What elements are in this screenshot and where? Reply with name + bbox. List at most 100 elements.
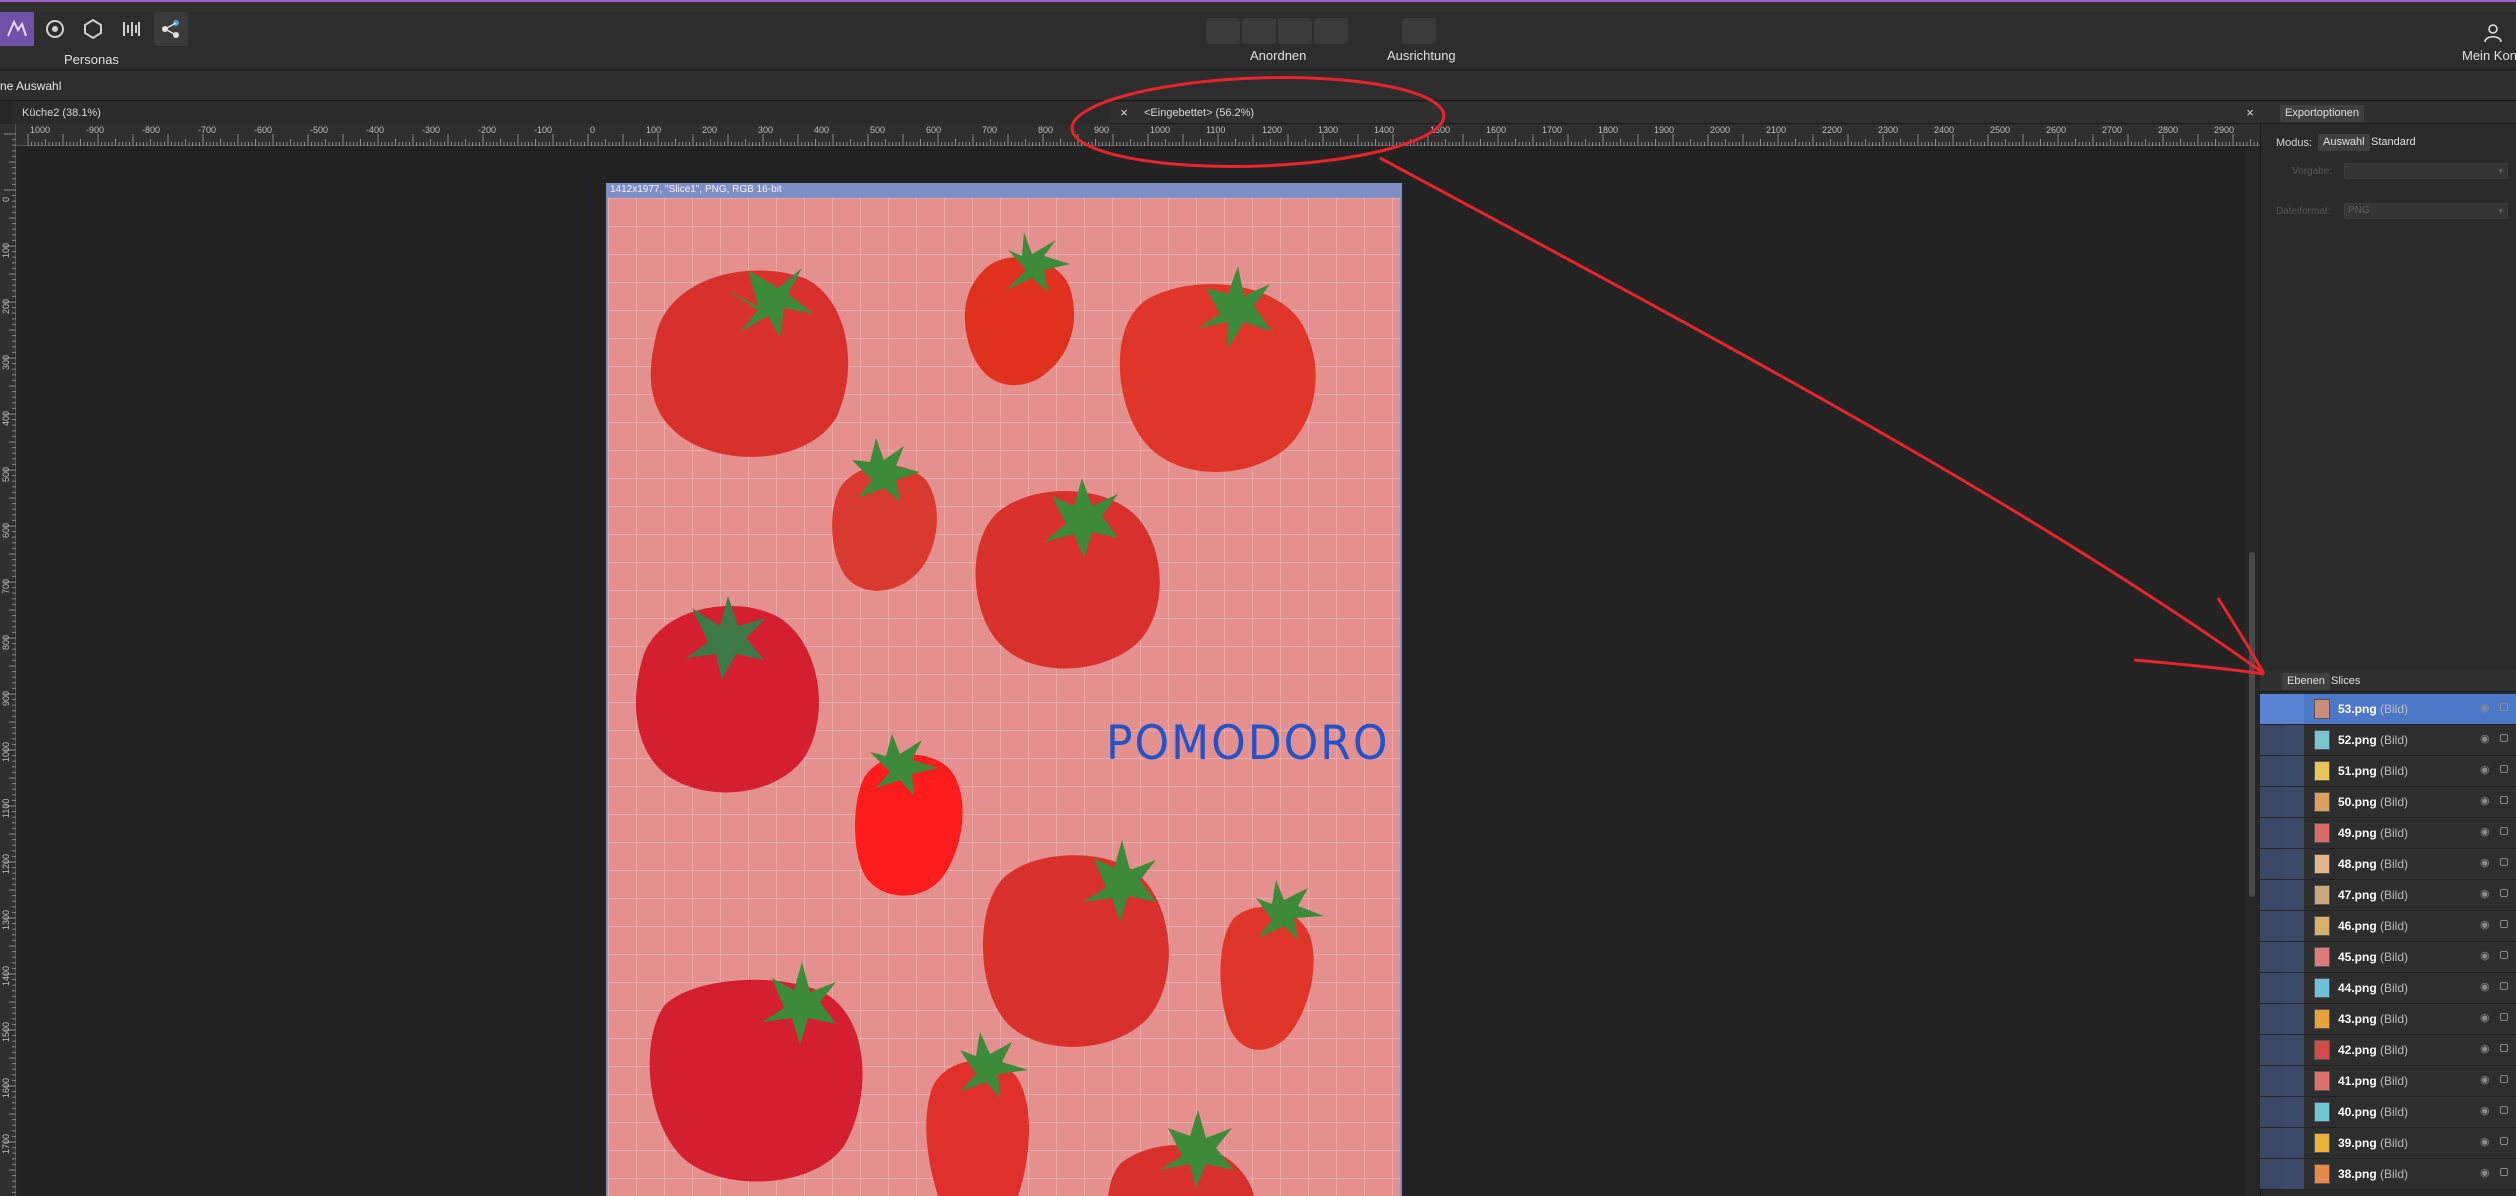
pixel-persona-icon[interactable] xyxy=(76,12,110,46)
layer-row[interactable]: 38.png (Bild) ◉ xyxy=(2260,1159,2516,1190)
vertical-ruler[interactable]: 0 100 200 300 400 500 600 700 800 900 1000 1100 1200… xyxy=(0,124,16,1196)
lock-icon[interactable] xyxy=(2500,827,2508,835)
align-button[interactable] xyxy=(1402,18,1436,44)
tab-kueche2[interactable]: Küche2 (38.1%) xyxy=(12,102,1110,124)
layer-select-strip[interactable] xyxy=(2260,1159,2284,1189)
visibility-eye-icon[interactable]: ◉ xyxy=(2480,1042,2490,1055)
account-icon[interactable] xyxy=(2476,16,2510,50)
layer-expand-strip[interactable] xyxy=(2284,694,2304,724)
layer-expand-strip[interactable] xyxy=(2284,818,2304,848)
layer-expand-strip[interactable] xyxy=(2284,1159,2304,1189)
visibility-eye-icon[interactable]: ◉ xyxy=(2480,887,2490,900)
tab-export-options[interactable]: Exportoptionen xyxy=(2280,105,2364,122)
lock-icon[interactable] xyxy=(2500,951,2508,959)
layer-expand-strip[interactable] xyxy=(2284,880,2304,910)
visibility-eye-icon[interactable]: ◉ xyxy=(2480,1104,2490,1117)
mode-standard-button[interactable]: Standard xyxy=(2366,134,2421,151)
visibility-eye-icon[interactable]: ◉ xyxy=(2480,980,2490,993)
visibility-eye-icon[interactable]: ◉ xyxy=(2480,1166,2490,1179)
lock-icon[interactable] xyxy=(2500,765,2508,773)
artboard[interactable]: POMODORO xyxy=(606,198,1402,1196)
visibility-eye-icon[interactable]: ◉ xyxy=(2480,949,2490,962)
layer-expand-strip[interactable] xyxy=(2284,1128,2304,1158)
layer-row[interactable]: 39.png (Bild) ◉ xyxy=(2260,1128,2516,1159)
layer-row[interactable]: 45.png (Bild) ◉ xyxy=(2260,942,2516,973)
visibility-eye-icon[interactable]: ◉ xyxy=(2480,856,2490,869)
layer-row[interactable]: 42.png (Bild) ◉ xyxy=(2260,1035,2516,1066)
lock-icon[interactable] xyxy=(2500,1137,2508,1145)
layer-select-strip[interactable] xyxy=(2260,880,2284,910)
layer-row[interactable]: 53.png (Bild) ◉ xyxy=(2260,694,2516,725)
designer-persona-icon[interactable] xyxy=(38,12,72,46)
layer-select-strip[interactable] xyxy=(2260,1066,2284,1096)
layer-expand-strip[interactable] xyxy=(2284,1035,2304,1065)
layer-row[interactable]: 41.png (Bild) ◉ xyxy=(2260,1066,2516,1097)
tab-embedded-close-icon[interactable]: × xyxy=(2240,102,2260,124)
layer-expand-strip[interactable] xyxy=(2284,1004,2304,1034)
layer-expand-strip[interactable] xyxy=(2284,756,2304,786)
tab-layers[interactable]: Ebenen xyxy=(2282,673,2330,690)
account-label[interactable]: Mein Kon xyxy=(2462,48,2516,63)
layer-expand-strip[interactable] xyxy=(2284,911,2304,941)
lock-icon[interactable] xyxy=(2500,796,2508,804)
layer-select-strip[interactable] xyxy=(2260,1097,2284,1127)
horizontal-ruler[interactable]: 1000 -900 -800 -700 -600 -500 -400 -300 -200 -100… xyxy=(16,124,2260,146)
visibility-eye-icon[interactable]: ◉ xyxy=(2480,918,2490,931)
layer-select-strip[interactable] xyxy=(2260,694,2284,724)
layer-row[interactable]: 47.png (Bild) ◉ xyxy=(2260,880,2516,911)
tone-persona-icon[interactable] xyxy=(114,12,148,46)
lock-icon[interactable] xyxy=(2500,1075,2508,1083)
visibility-eye-icon[interactable]: ◉ xyxy=(2480,701,2490,714)
tab-scroll-left[interactable] xyxy=(0,102,12,124)
tab-kueche2-close-icon[interactable]: × xyxy=(1114,102,1134,124)
lock-icon[interactable] xyxy=(2500,889,2508,897)
layer-expand-strip[interactable] xyxy=(2284,1066,2304,1096)
layer-select-strip[interactable] xyxy=(2260,725,2284,755)
layer-row[interactable]: 48.png (Bild) ◉ xyxy=(2260,849,2516,880)
layer-row[interactable]: 50.png (Bild) ◉ xyxy=(2260,787,2516,818)
lock-icon[interactable] xyxy=(2500,1044,2508,1052)
layer-row[interactable]: 52.png (Bild) ◉ xyxy=(2260,725,2516,756)
visibility-eye-icon[interactable]: ◉ xyxy=(2480,1073,2490,1086)
layer-select-strip[interactable] xyxy=(2260,1128,2284,1158)
lock-icon[interactable] xyxy=(2500,920,2508,928)
export-persona-icon[interactable] xyxy=(154,12,188,46)
layer-expand-strip[interactable] xyxy=(2284,725,2304,755)
layer-select-strip[interactable] xyxy=(2260,911,2284,941)
layer-expand-strip[interactable] xyxy=(2284,942,2304,972)
layer-select-strip[interactable] xyxy=(2260,818,2284,848)
layer-expand-strip[interactable] xyxy=(2284,973,2304,1003)
tab-embedded[interactable]: <Eingebettet> (56.2%) xyxy=(1134,102,2238,124)
layer-select-strip[interactable] xyxy=(2260,787,2284,817)
lock-icon[interactable] xyxy=(2500,1106,2508,1114)
arrange-backward-button[interactable] xyxy=(1242,18,1276,44)
layer-expand-strip[interactable] xyxy=(2284,849,2304,879)
mode-selection-button[interactable]: Auswahl xyxy=(2318,134,2370,151)
arrange-back-button[interactable] xyxy=(1206,18,1240,44)
layer-row[interactable]: 46.png (Bild) ◉ xyxy=(2260,911,2516,942)
layer-row[interactable]: 44.png (Bild) ◉ xyxy=(2260,973,2516,1004)
visibility-eye-icon[interactable]: ◉ xyxy=(2480,732,2490,745)
layer-select-strip[interactable] xyxy=(2260,973,2284,1003)
visibility-eye-icon[interactable]: ◉ xyxy=(2480,1011,2490,1024)
visibility-eye-icon[interactable]: ◉ xyxy=(2480,794,2490,807)
layer-row[interactable]: 43.png (Bild) ◉ xyxy=(2260,1004,2516,1035)
canvas-scroll-thumb[interactable] xyxy=(2249,552,2255,897)
layer-expand-strip[interactable] xyxy=(2284,1097,2304,1127)
layer-select-strip[interactable] xyxy=(2260,1004,2284,1034)
lock-icon[interactable] xyxy=(2500,1168,2508,1176)
lock-icon[interactable] xyxy=(2500,858,2508,866)
lock-icon[interactable] xyxy=(2500,982,2508,990)
lock-icon[interactable] xyxy=(2500,703,2508,711)
layer-expand-strip[interactable] xyxy=(2284,787,2304,817)
lock-icon[interactable] xyxy=(2500,1013,2508,1021)
layer-row[interactable]: 40.png (Bild) ◉ xyxy=(2260,1097,2516,1128)
app-logo-icon[interactable] xyxy=(0,12,34,46)
layer-select-strip[interactable] xyxy=(2260,1035,2284,1065)
visibility-eye-icon[interactable]: ◉ xyxy=(2480,763,2490,776)
file-format-select[interactable]: PNG xyxy=(2344,203,2508,219)
layer-row[interactable]: 49.png (Bild) ◉ xyxy=(2260,818,2516,849)
visibility-eye-icon[interactable]: ◉ xyxy=(2480,825,2490,838)
arrange-forward-button[interactable] xyxy=(1278,18,1312,44)
layer-row[interactable]: 51.png (Bild) ◉ xyxy=(2260,756,2516,787)
